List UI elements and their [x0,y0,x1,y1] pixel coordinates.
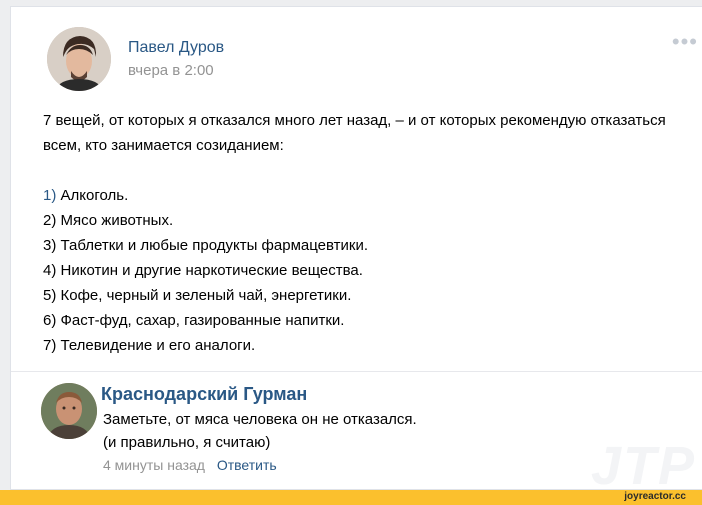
list-item-number: 2) [43,212,57,229]
comment-timestamp[interactable]: 4 минуты назад [103,457,205,473]
post-author-name[interactable]: Павел Дуров [128,39,224,57]
list-item: 2) Мясо животных. [43,208,683,233]
list-item-number: 7) [43,337,57,354]
author-avatar[interactable] [47,27,111,91]
list-item-number: 6) [43,312,57,329]
list-item-text: Таблетки и любые продукты фармацевтики. [56,237,369,254]
list-item-text: Алкоголь. [56,187,129,204]
list-item-text: Фаст-фуд, сахар, газированные напитки. [56,312,345,329]
divider [11,371,702,372]
comment-meta: 4 минуты назад Ответить [103,457,277,473]
list-item: 5) Кофе, черный и зеленый чай, энергетик… [43,283,683,308]
footer-bar: joyreactor.cc [0,490,702,505]
post-intro: 7 вещей, от которых я отказался много ле… [43,112,666,154]
comment-line: Заметьте, от мяса человека он не отказал… [103,411,417,428]
reply-button[interactable]: Ответить [217,457,277,473]
post-body: 7 вещей, от которых я отказался много ле… [43,108,683,358]
list-item-number: 3) [43,237,57,254]
comment-author-avatar[interactable] [41,383,97,439]
list-item-text: Мясо животных. [56,212,174,229]
list-item-text: Телевидение и его аналоги. [56,337,256,354]
list-item: 7) Телевидение и его аналоги. [43,333,683,358]
list-item: 4) Никотин и другие наркотические вещест… [43,258,683,283]
list-item-text: Кофе, черный и зеленый чай, энергетики. [56,287,352,304]
list-item: 6) Фаст-фуд, сахар, газированные напитки… [43,308,683,333]
post-timestamp[interactable]: вчера в 2:00 [128,62,214,79]
watermark: JTP [590,436,696,496]
list-item: 3) Таблетки и любые продукты фармацевтик… [43,233,683,258]
post-card: Павел Дуров вчера в 2:00 ••• 7 вещей, от… [10,6,702,496]
list-item: 1) Алкоголь. [43,183,683,208]
list-item-number[interactable]: 1) [43,187,56,204]
comment-line: (и правильно, я считаю) [103,434,271,451]
list-item-number: 5) [43,287,57,304]
more-horizontal-icon[interactable]: ••• [672,31,698,53]
list-item-text: Никотин и другие наркотические вещества. [56,262,363,279]
comment-author-name[interactable]: Краснодарский Гурман [101,384,307,405]
comment-text: Заметьте, от мяса человека он не отказал… [103,408,417,454]
site-label[interactable]: joyreactor.cc [624,491,686,502]
list-item-number: 4) [43,262,57,279]
